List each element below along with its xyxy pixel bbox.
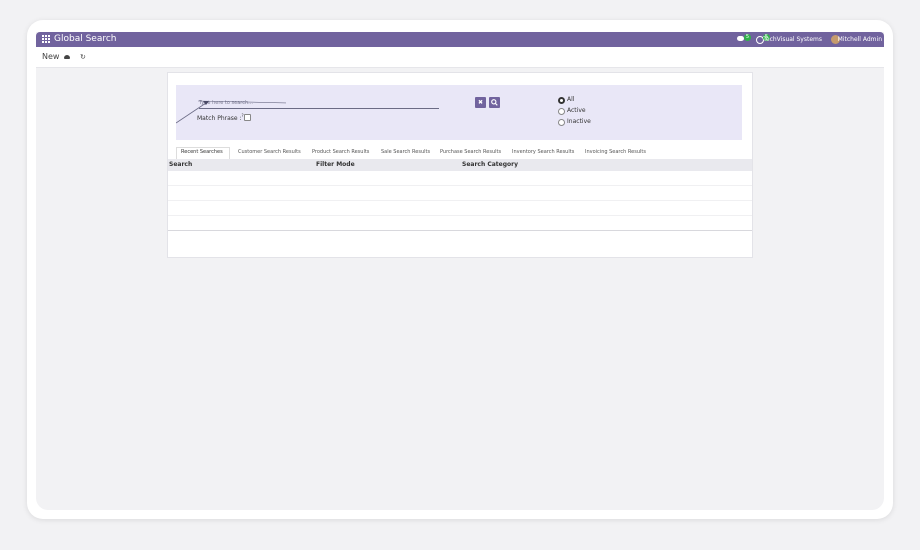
table-row: [168, 216, 752, 231]
tab-purchase-search-results[interactable]: Purchase Search Results: [440, 149, 501, 155]
tab-invoicing-search-results[interactable]: Invoicing Search Results: [585, 149, 646, 155]
user-menu[interactable]: Mitchell Admin: [838, 35, 882, 44]
column-header-filter-mode[interactable]: Filter Mode: [316, 161, 355, 168]
tab-product-search-results[interactable]: Product Search Results: [312, 149, 369, 155]
table-row: [168, 201, 752, 216]
form-sheet: ✖ Match Phrase :? All: [167, 72, 753, 258]
discard-undo-icon[interactable]: ↻: [80, 53, 86, 61]
table-header: Search Filter Mode Search Category: [168, 159, 752, 171]
apps-menu-icon[interactable]: [42, 35, 50, 43]
search-button[interactable]: [489, 97, 500, 108]
column-header-search-category[interactable]: Search Category: [462, 161, 518, 168]
chat-icon[interactable]: [737, 36, 744, 41]
results-tabs: Recent Searches Customer Search Results …: [176, 147, 746, 160]
control-panel: New ↻: [36, 47, 884, 68]
radio-inactive-icon[interactable]: [558, 119, 565, 126]
clear-search-button[interactable]: ✖: [475, 97, 486, 108]
search-icon: [491, 99, 498, 106]
top-navbar: Global Search 5 5 TechVisual Systems Mit…: [36, 32, 884, 47]
save-cloud-icon[interactable]: [64, 55, 70, 59]
search-panel: ✖ Match Phrase :? All: [176, 85, 742, 140]
tab-customer-search-results[interactable]: Customer Search Results: [238, 149, 301, 155]
table-row: [168, 186, 752, 201]
chat-badge: 5: [744, 34, 751, 41]
tab-sale-search-results[interactable]: Sale Search Results: [381, 149, 430, 155]
radio-all-icon[interactable]: [558, 97, 565, 104]
recent-searches-table: Search Filter Mode Search Category: [168, 159, 752, 231]
company-switcher[interactable]: TechVisual Systems: [763, 35, 822, 44]
tab-inventory-search-results[interactable]: Inventory Search Results: [512, 149, 574, 155]
table-row: [168, 171, 752, 186]
app-screen: Global Search 5 5 TechVisual Systems Mit…: [36, 32, 884, 510]
annotation-arrow-icon: [176, 100, 286, 124]
app-title[interactable]: Global Search: [54, 33, 117, 46]
tab-recent-searches[interactable]: Recent Searches: [181, 149, 223, 155]
radio-active-icon[interactable]: [558, 108, 565, 115]
column-header-search[interactable]: Search: [169, 161, 192, 168]
new-button[interactable]: New: [42, 52, 59, 61]
